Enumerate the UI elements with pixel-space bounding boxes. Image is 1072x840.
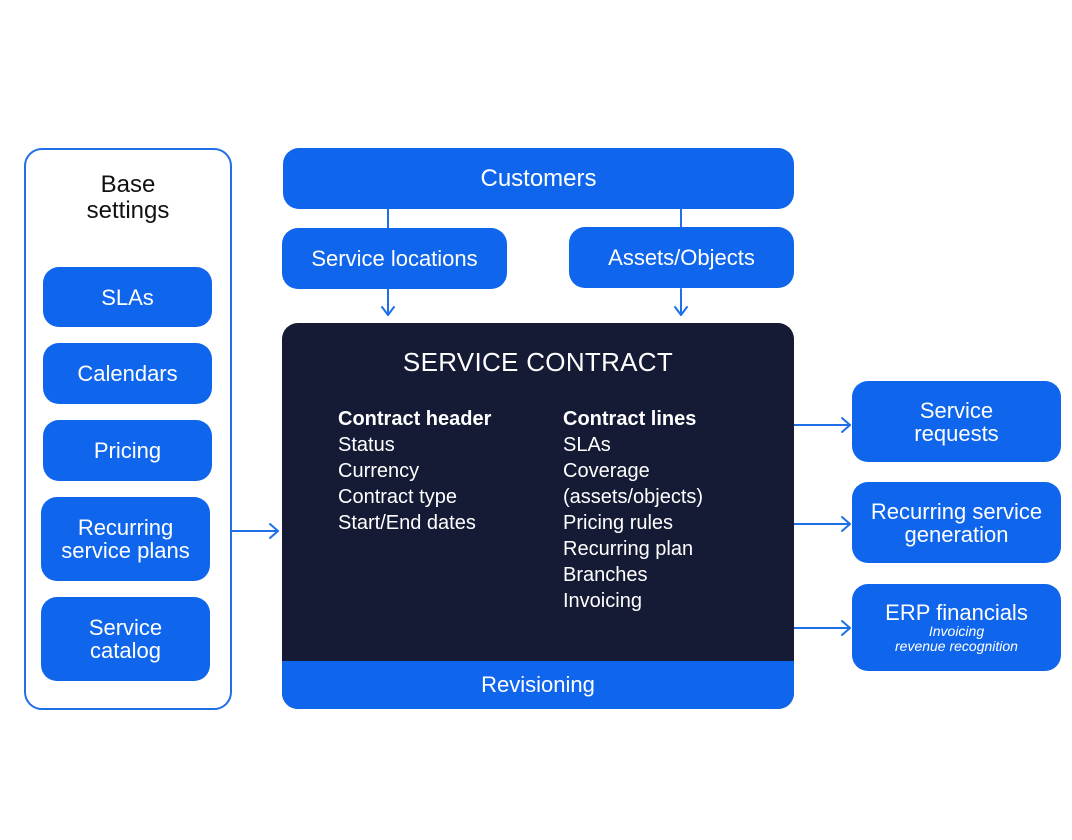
service-contract-title: SERVICE CONTRACT [402,347,674,377]
base-settings-title-line1: Base [100,171,156,198]
contract-lines-item: SLAs [563,434,611,456]
assets-objects-box[interactable]: Assets/Objects [569,227,794,288]
revisioning-bar[interactable]: Revisioning [282,661,794,709]
contract-lines-title: Contract lines [563,408,697,430]
base-item-calendars[interactable]: Calendars [43,343,212,404]
base-item-label: SLAs [101,284,154,310]
base-item-label: Calendars [77,361,178,386]
erp-financials-title: ERP financials [885,600,1028,625]
customers-label: Customers [480,164,597,192]
contract-lines-item: Pricing rules [563,512,674,534]
recurring-generation-label-line1: Recurring service [870,498,1043,524]
contract-lines-item: Recurring plan [563,538,694,560]
contract-header-column: Contract header Status Currency Contract… [338,406,491,536]
contract-lines-item: Invoicing [563,590,642,612]
contract-lines-column: Contract lines SLAs Coverage (assets/obj… [563,406,703,614]
contract-lines-item: (assets/objects) [563,486,704,508]
base-settings-title-line2: settings [86,197,170,224]
base-settings-title: Base settings [24,172,232,224]
contract-lines-item: Branches [563,564,648,586]
contract-header-item: Currency [338,460,420,482]
base-item-label-line1: Recurring [77,515,174,540]
service-requests-label-line1: Service [919,397,994,423]
recurring-generation-label-line2: generation [904,521,1009,547]
assets-objects-label: Assets/Objects [608,245,755,270]
service-contract-box: SERVICE CONTRACT Contract header Status … [282,323,794,709]
erp-financials-box[interactable]: ERP financials Invoicing revenue recogni… [852,584,1061,671]
contract-header-item: Contract type [338,486,457,508]
service-locations-label: Service locations [311,246,478,271]
base-item-label-line2: catalog [90,638,161,663]
erp-financials-sub2: revenue recognition [895,638,1018,654]
contract-lines-item: Coverage [563,460,650,482]
erp-financials-sub1: Invoicing [928,623,985,639]
customers-box[interactable]: Customers [283,148,794,209]
service-requests-label-line2: requests [914,420,999,446]
base-item-label-line2: service plans [61,538,190,563]
base-item-service-catalog[interactable]: Service catalog [41,597,210,681]
base-item-recurring-service-plans[interactable]: Recurring service plans [41,497,210,581]
contract-header-title: Contract header [338,408,492,430]
base-item-pricing[interactable]: Pricing [43,420,212,481]
base-item-label-line1: Service [88,615,163,640]
service-locations-box[interactable]: Service locations [282,228,507,289]
base-item-label: Pricing [93,438,162,463]
recurring-service-generation-box[interactable]: Recurring service generation [852,482,1061,563]
base-item-slas[interactable]: SLAs [43,267,212,327]
contract-header-item: Status [338,434,395,456]
contract-header-item: Start/End dates [338,512,476,534]
service-requests-box[interactable]: Service requests [852,381,1061,462]
revisioning-label: Revisioning [481,672,595,697]
